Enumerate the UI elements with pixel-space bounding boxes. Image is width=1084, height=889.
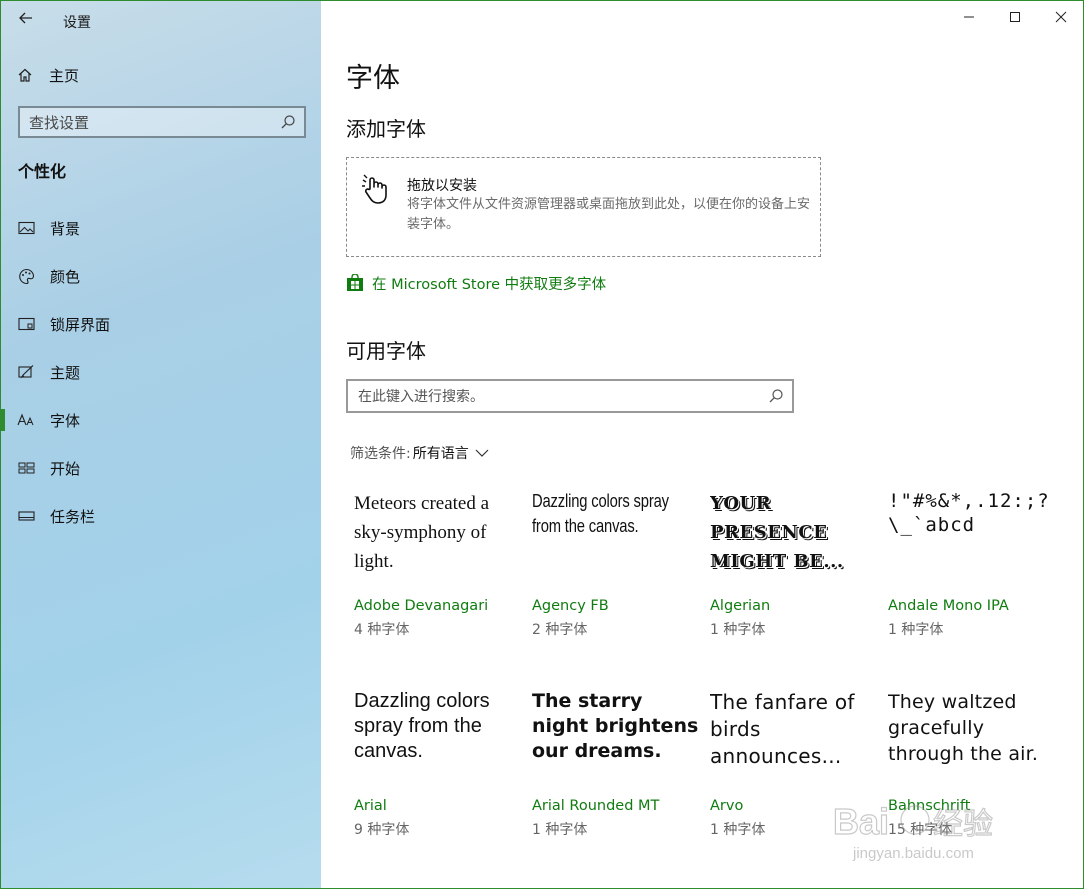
drop-zone-description: 将字体文件从文件资源管理器或桌面拖放到此处，以便在你的设备上安装字体。: [407, 197, 811, 232]
sidebar-item-lock-screen[interactable]: 锁屏界面: [1, 305, 321, 343]
font-card-adobe-devanagari[interactable]: Meteors created a sky-symphony of light.…: [354, 489, 526, 659]
font-preview: The starry night brightens our dreams.: [532, 690, 699, 762]
font-count: 2 种字体: [532, 622, 588, 638]
chevron-down-icon: [475, 446, 489, 460]
sidebar-item-taskbar[interactable]: 任务栏: [1, 497, 321, 535]
font-preview: Meteors created a sky-symphony of light.: [354, 493, 490, 572]
sidebar-item-themes[interactable]: 主题: [1, 353, 321, 391]
sidebar-item-colors[interactable]: 颜色: [1, 257, 321, 295]
sidebar-item-fonts[interactable]: 字体: [1, 401, 321, 439]
filter-label: 筛选条件:: [350, 446, 411, 462]
font-card-algerian[interactable]: YOUR PRESENCE MIGHT BE... Algerian 1 种字体: [710, 489, 882, 659]
font-preview: YOUR PRESENCE MIGHT BE...: [710, 493, 844, 572]
sidebar-item-label: 颜色: [50, 267, 81, 286]
font-count: 1 种字体: [710, 622, 766, 638]
sidebar-item-label: 锁屏界面: [50, 315, 111, 334]
font-preview: The fanfare of birds announces...: [710, 690, 855, 768]
store-link[interactable]: 在 Microsoft Store 中获取更多字体: [346, 272, 606, 294]
font-preview: They waltzed gracefully through the air.: [888, 691, 1039, 765]
language-filter-dropdown[interactable]: 筛选条件: 所有语言: [350, 443, 489, 463]
svg-text:Bai: Bai: [833, 801, 889, 842]
sidebar-item-home[interactable]: 主页: [17, 63, 79, 87]
sidebar: 设置 主页 查找设置 个性化 背景 颜色 锁屏界面 主题 字体 开始 任务栏: [1, 1, 321, 888]
sidebar-item-label: 主题: [50, 363, 81, 382]
drop-zone-title: 拖放以安装: [407, 178, 477, 194]
search-icon[interactable]: [766, 386, 786, 406]
font-name: Arvo: [710, 798, 744, 814]
available-fonts-heading: 可用字体: [346, 339, 426, 363]
filter-value: 所有语言: [412, 446, 469, 462]
app-title: 设置: [63, 15, 91, 31]
font-icon: [17, 411, 35, 429]
search-icon[interactable]: [278, 112, 298, 132]
sidebar-item-label: 开始: [50, 459, 81, 478]
sidebar-item-background[interactable]: 背景: [1, 209, 321, 247]
font-name: Arial Rounded MT: [532, 798, 660, 814]
svg-text:jingyan.baidu.com: jingyan.baidu.com: [852, 845, 974, 862]
lock-screen-icon: [17, 315, 35, 333]
font-preview: Dazzling colors spray from the canvas.: [354, 690, 490, 762]
svg-text:经验: 经验: [933, 807, 993, 842]
store-bag-icon: [347, 274, 363, 291]
picture-icon: [17, 219, 35, 237]
drag-hand-icon: [362, 174, 387, 204]
font-name: Adobe Devanagari: [354, 598, 489, 614]
font-name: Arial: [354, 798, 387, 814]
font-card-arial[interactable]: Dazzling colors spray from the canvas. A…: [354, 689, 526, 859]
sidebar-item-label: 背景: [50, 219, 81, 238]
add-fonts-heading: 添加字体: [346, 117, 426, 141]
section-title: 个性化: [18, 162, 67, 181]
font-search-placeholder: 在此键入进行搜索。: [358, 389, 484, 405]
home-icon: [18, 68, 32, 82]
store-link-label: 在 Microsoft Store 中获取更多字体: [372, 276, 607, 293]
settings-window: 设置 主页 查找设置 个性化 背景 颜色 锁屏界面 主题 字体 开始 任务栏 字…: [0, 0, 1084, 889]
font-count: 4 种字体: [354, 622, 410, 638]
home-label: 主页: [49, 66, 80, 85]
font-card-agency-fb[interactable]: Dazzling colors spray from the canvas. A…: [532, 489, 704, 659]
back-button[interactable]: [15, 7, 37, 29]
back-arrow-icon: [19, 12, 32, 24]
sidebar-item-label: 字体: [50, 411, 81, 430]
font-count: 9 种字体: [354, 822, 410, 838]
sidebar-item-label: 任务栏: [50, 507, 96, 526]
palette-icon: [17, 267, 35, 285]
font-name: Agency FB: [532, 598, 609, 614]
font-card-andale-mono-ipa[interactable]: !"#%&*,.12:;?\_`abcd Andale Mono IPA 1 种…: [888, 489, 1060, 659]
font-preview: Dazzling colors spray from the canvas.: [532, 491, 669, 536]
page-title: 字体: [346, 63, 400, 94]
font-count: 1 种字体: [888, 622, 944, 638]
baidu-watermark: Bai 经验 jingyan.baidu.com: [833, 800, 994, 862]
main-content: 字体 添加字体 拖放以安装 将字体文件从文件资源管理器或桌面拖放到此处，以便在你…: [322, 1, 1083, 888]
sidebar-item-start[interactable]: 开始: [1, 449, 321, 487]
font-count: 1 种字体: [532, 822, 588, 838]
font-search-input[interactable]: 在此键入进行搜索。: [346, 379, 794, 413]
settings-search-placeholder: 查找设置: [29, 113, 90, 132]
start-icon: [17, 459, 35, 477]
font-drop-zone[interactable]: 拖放以安装 将字体文件从文件资源管理器或桌面拖放到此处，以便在你的设备上安装字体…: [346, 157, 821, 257]
theme-brush-icon: [17, 363, 35, 381]
font-name: Algerian: [710, 598, 771, 614]
settings-search-input[interactable]: 查找设置: [18, 106, 306, 138]
font-card-arial-rounded-mt[interactable]: The starry night brightens our dreams. A…: [532, 689, 704, 859]
taskbar-icon: [17, 507, 35, 525]
font-name: Andale Mono IPA: [888, 598, 1009, 614]
font-preview: !"#%&*,.12:;?\_`abcd: [888, 490, 1050, 536]
font-count: 1 种字体: [710, 822, 766, 838]
